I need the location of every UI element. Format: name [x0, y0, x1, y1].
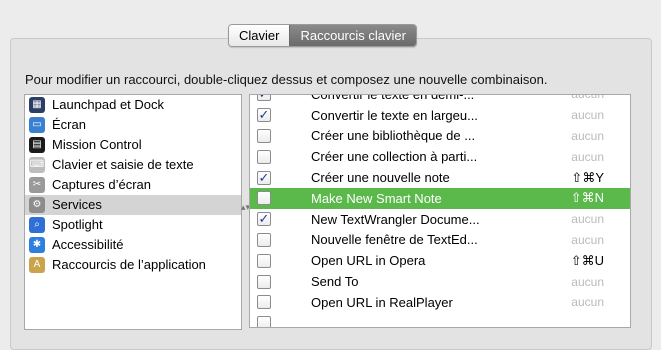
display-icon: ▭: [29, 117, 45, 133]
shortcut-row[interactable]: [250, 313, 630, 327]
category-label: Écran: [52, 117, 86, 132]
tab-raccourcis-clavier[interactable]: Raccourcis clavier: [289, 25, 416, 46]
category-item[interactable]: ⌕ Spotlight: [25, 215, 241, 235]
shortcut-checkbox[interactable]: [257, 316, 271, 327]
instructions-text: Pour modifier un raccourci, double-cliqu…: [25, 72, 548, 87]
category-label: Launchpad et Dock: [52, 97, 165, 112]
category-item[interactable]: ▭ Écran: [25, 115, 241, 135]
shortcut-row[interactable]: Open URL in Opera ⇧⌘U: [250, 250, 630, 271]
tab-clavier[interactable]: Clavier: [229, 25, 290, 46]
shortcut-key[interactable]: aucun: [571, 212, 604, 226]
category-item[interactable]: ✱ Accessibilité: [25, 235, 241, 255]
shortcut-key[interactable]: ⇧⌘U: [571, 253, 604, 269]
shortcut-row[interactable]: Open URL in RealPlayer aucun: [250, 292, 630, 313]
splitter-handle[interactable]: ▴▾: [241, 200, 250, 214]
shortcut-key[interactable]: aucun: [571, 275, 604, 289]
launchpad-icon: ▦: [29, 97, 45, 113]
category-label: Mission Control: [52, 137, 142, 152]
shortcut-checkbox[interactable]: [257, 232, 271, 247]
shortcut-checkbox[interactable]: [257, 191, 271, 206]
shortcut-row[interactable]: Make New Smart Note ⇧⌘N: [250, 187, 630, 209]
shortcut-checkbox[interactable]: [257, 128, 271, 143]
mission-control-icon: ▤: [29, 137, 45, 153]
category-item[interactable]: A Raccourcis de l’application: [25, 255, 241, 275]
shortcut-row[interactable]: ✓ Convertir le texte en largeu... aucun: [250, 105, 630, 126]
shortcut-key[interactable]: ⇧⌘Y: [571, 170, 604, 186]
tab-bar: Clavier Raccourcis clavier: [228, 24, 417, 47]
shortcut-row[interactable]: ✓ Créer une nouvelle note ⇧⌘Y: [250, 167, 630, 188]
category-item[interactable]: ⌨ Clavier et saisie de texte: [25, 155, 241, 175]
shortcut-row[interactable]: Nouvelle fenêtre de TextEd... aucun: [250, 230, 630, 251]
shortcut-key[interactable]: aucun: [571, 150, 604, 164]
shortcut-key[interactable]: aucun: [571, 295, 604, 309]
shortcut-checkbox[interactable]: ✓: [257, 212, 271, 227]
app-shortcuts-icon: A: [29, 257, 45, 273]
shortcut-list[interactable]: ✓Convertir le texte en demi-...aucun✓Con…: [249, 94, 631, 328]
shortcut-row[interactable]: ✓Convertir le texte en demi-...aucun: [250, 95, 630, 105]
category-label: Accessibilité: [52, 237, 124, 252]
shortcut-checkbox[interactable]: [257, 295, 271, 310]
shortcut-checkbox[interactable]: [257, 149, 271, 164]
shortcut-row[interactable]: Créer une collection à parti... aucun: [250, 146, 630, 167]
category-item[interactable]: ▤ Mission Control: [25, 135, 241, 155]
category-item[interactable]: ⚙ Services: [25, 195, 241, 215]
shortcut-key[interactable]: aucun: [571, 95, 604, 101]
shortcut-checkbox[interactable]: ✓: [257, 108, 271, 123]
keyboard-icon: ⌨: [29, 157, 45, 173]
shortcut-checkbox[interactable]: ✓: [257, 95, 271, 102]
shortcut-key[interactable]: aucun: [571, 129, 604, 143]
shortcut-row[interactable]: ✓ New TextWrangler Docume... aucun: [250, 209, 630, 230]
category-label: Services: [52, 197, 102, 212]
gear-icon: ⚙: [29, 197, 45, 213]
shortcut-row[interactable]: Send To aucun: [250, 271, 630, 292]
category-list[interactable]: ▦ Launchpad et Dock ▭ Écran ▤ Mission Control…: [24, 94, 242, 330]
category-label: Raccourcis de l’application: [52, 257, 206, 272]
shortcut-checkbox[interactable]: [257, 253, 271, 268]
category-item[interactable]: ✂ Captures d’écran: [25, 175, 241, 195]
screenshot-icon: ✂: [29, 177, 45, 193]
category-label: Clavier et saisie de texte: [52, 157, 194, 172]
shortcut-checkbox[interactable]: [257, 274, 271, 289]
shortcut-key[interactable]: aucun: [571, 108, 604, 122]
category-item[interactable]: ▦ Launchpad et Dock: [25, 95, 241, 115]
shortcut-row[interactable]: Créer une bibliothèque de ... aucun: [250, 126, 630, 147]
shortcut-key[interactable]: aucun: [571, 233, 604, 247]
category-label: Spotlight: [52, 217, 103, 232]
shortcut-checkbox[interactable]: ✓: [257, 170, 271, 185]
spotlight-icon: ⌕: [29, 217, 45, 233]
category-label: Captures d’écran: [52, 177, 151, 192]
shortcut-key[interactable]: ⇧⌘N: [571, 190, 604, 206]
accessibility-icon: ✱: [29, 237, 45, 253]
